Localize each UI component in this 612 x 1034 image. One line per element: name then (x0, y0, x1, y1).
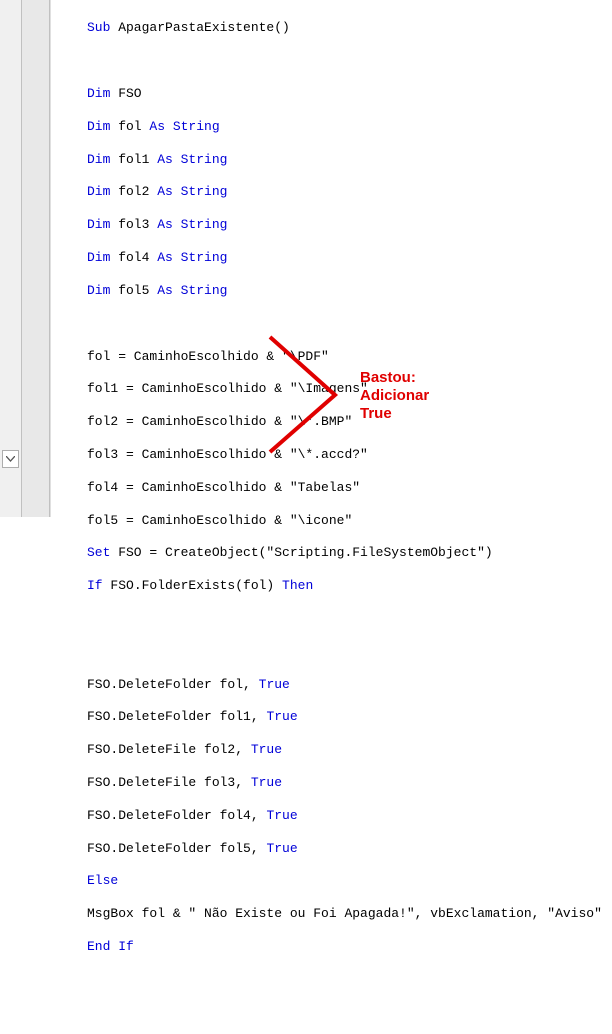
code-line: FSO.DeleteFile fol3, True (55, 775, 612, 791)
code-line: fol2 = CaminhoEscolhido & "\*.BMP" (55, 414, 612, 430)
code-line: Sub ApagarPastaExistente() (55, 20, 612, 36)
editor-margin-line (50, 0, 51, 517)
code-line: FSO.DeleteFolder fol, True (55, 677, 612, 693)
code-line: Dim fol3 As String (55, 217, 612, 233)
code-line: Dim fol As String (55, 119, 612, 135)
editor-gutter (0, 0, 22, 517)
code-line (55, 644, 612, 660)
code-line: fol1 = CaminhoEscolhido & "\Imagens" (55, 381, 612, 397)
code-line: End If (55, 939, 612, 955)
code-line: If FSO.FolderExists(fol) Then (55, 578, 612, 594)
code-line: FSO.DeleteFile fol2, True (55, 742, 612, 758)
code-line (55, 53, 612, 69)
code-line: Dim fol5 As String (55, 283, 612, 299)
code-line: Set FSO = CreateObject("Scripting.FileSy… (55, 545, 612, 561)
editor-margin (22, 0, 50, 517)
code-line: Dim fol1 As String (55, 152, 612, 168)
code-line: Dim fol4 As String (55, 250, 612, 266)
code-line: FSO.DeleteFolder fol5, True (55, 841, 612, 857)
code-editor[interactable]: Sub ApagarPastaExistente() Dim FSO Dim f… (55, 4, 612, 521)
code-line: MsgBox fol & " Não Existe ou Foi Apagada… (55, 906, 612, 922)
code-line: Dim FSO (55, 86, 612, 102)
code-line (55, 316, 612, 332)
code-line (55, 1005, 612, 1021)
code-line (55, 611, 612, 627)
code-line: fol4 = CaminhoEscolhido & "Tabelas" (55, 480, 612, 496)
code-line: Else (55, 873, 612, 889)
code-line: fol3 = CaminhoEscolhido & "\*.accd?" (55, 447, 612, 463)
code-line: FSO.DeleteFolder fol1, True (55, 709, 612, 725)
code-line (55, 972, 612, 988)
dropdown-chevron-icon[interactable] (2, 450, 19, 468)
code-line: FSO.DeleteFolder fol4, True (55, 808, 612, 824)
code-line: Dim fol2 As String (55, 184, 612, 200)
code-line: fol5 = CaminhoEscolhido & "\icone" (55, 513, 612, 529)
code-line: fol = CaminhoEscolhido & "\PDF" (55, 349, 612, 365)
